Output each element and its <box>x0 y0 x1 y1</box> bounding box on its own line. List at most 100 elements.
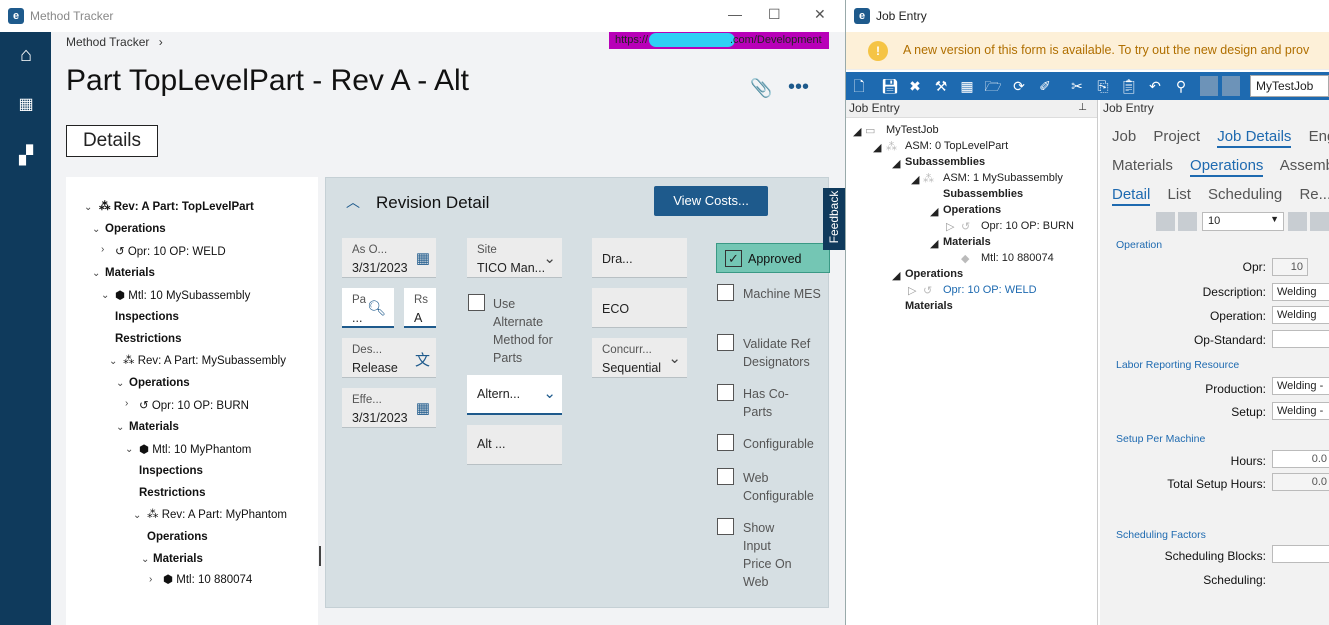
delete-icon[interactable]: ✖ <box>906 77 924 95</box>
tree-node[interactable]: Materials <box>129 421 179 433</box>
collapse-chevron-icon[interactable]: ⌄ <box>133 510 141 521</box>
tree-node[interactable]: ASM: 0 TopLevelPart <box>905 140 1008 152</box>
maximize-icon[interactable]: ☐ <box>768 6 781 23</box>
collapse-chevron-icon[interactable]: ⌄ <box>125 444 133 455</box>
engineering-icon[interactable]: ⚒ <box>932 77 950 95</box>
feedback-tab[interactable]: Feedback <box>823 188 845 250</box>
collapse-arrow-icon[interactable]: ◢ <box>873 141 881 154</box>
as-of-date-field[interactable]: As O... 3/31/2023 ▦ <box>342 238 436 278</box>
view-costs-button[interactable]: View Costs... <box>654 186 768 216</box>
tab-project[interactable]: Project <box>1153 128 1200 145</box>
more-options-icon[interactable]: ••• <box>788 76 809 99</box>
save-icon[interactable]: 💾︎ <box>881 77 899 95</box>
effective-date-field[interactable]: Effe... 3/31/2023 ▦ <box>342 388 436 428</box>
site-dropdown[interactable]: Site TICO Man... ⌄ <box>467 238 562 278</box>
tree-node[interactable]: ⁂ Rev: A Part: MyPhantom <box>147 507 287 521</box>
tab-job[interactable]: Job <box>1112 128 1136 145</box>
expand-arrow-icon[interactable]: ▷ <box>946 220 954 233</box>
clear-icon[interactable]: ✐ <box>1036 77 1054 95</box>
hours-field[interactable]: 0.0 <box>1272 450 1329 468</box>
has-co-parts-checkbox[interactable] <box>717 384 734 401</box>
tree-node-selected[interactable]: Opr: 10 OP: WELD <box>943 284 1037 296</box>
record-selector[interactable]: 10 ▼ <box>1202 212 1284 231</box>
tree-node[interactable]: ⬢ Mtl: 10 MyPhantom <box>139 442 251 456</box>
alternate-method-dropdown[interactable]: Altern... ⌄ <box>467 375 562 415</box>
collapse-panel-icon[interactable]: ︿ <box>346 192 360 212</box>
first-record-icon[interactable] <box>1156 212 1175 231</box>
operation-field[interactable]: Welding <box>1272 306 1329 324</box>
tree-node[interactable]: Operations <box>905 268 963 280</box>
revision-field[interactable]: Rs A <box>404 288 436 328</box>
production-field[interactable]: Welding - <box>1272 377 1329 395</box>
tree-node[interactable]: Inspections <box>115 311 179 323</box>
collapse-chevron-icon[interactable]: ⌄ <box>116 422 124 433</box>
dropdown-arrow-icon[interactable]: ▼ <box>1270 214 1279 224</box>
opr-field[interactable]: 10 <box>1272 258 1308 276</box>
collapse-arrow-icon[interactable]: ◢ <box>930 237 938 250</box>
minimize-icon[interactable]: — <box>728 6 742 22</box>
tree-node[interactable]: Subassemblies <box>905 156 985 168</box>
paste-icon[interactable]: 📋︎ <box>1120 77 1138 95</box>
drawing-field[interactable]: Dra... <box>592 238 687 278</box>
use-alternate-checkbox[interactable] <box>468 294 485 311</box>
collapse-arrow-icon[interactable]: ◢ <box>930 205 938 218</box>
collapse-arrow-icon[interactable]: ◢ <box>892 157 900 170</box>
chevron-down-icon[interactable]: ⌄ <box>543 384 556 402</box>
tree-node[interactable]: Subassemblies <box>943 188 1023 200</box>
job-number-input[interactable]: MyTestJob <box>1250 75 1329 97</box>
tree-node[interactable]: Mtl: 10 880074 <box>981 252 1054 264</box>
pane-splitter[interactable] <box>319 546 321 566</box>
validate-ref-checkbox[interactable] <box>717 334 734 351</box>
new-icon[interactable]: 🗋 <box>850 77 868 95</box>
tree-node[interactable]: Materials <box>105 267 155 279</box>
tree-node[interactable]: Operations <box>129 377 190 389</box>
show-input-price-checkbox[interactable] <box>717 518 734 535</box>
collapse-arrow-icon[interactable]: ◢ <box>853 125 861 138</box>
op-standard-field[interactable] <box>1272 330 1329 348</box>
collapse-chevron-icon[interactable]: ⌄ <box>116 378 124 389</box>
setup-field[interactable]: Welding - <box>1272 402 1329 420</box>
tab-resources[interactable]: Re... <box>1299 186 1329 203</box>
tab-scheduling[interactable]: Scheduling <box>1208 186 1282 203</box>
apps-grid-icon[interactable]: ▦ <box>13 92 39 118</box>
tab-list[interactable]: List <box>1168 186 1191 203</box>
pin-icon[interactable]: ⊥ <box>1078 102 1087 113</box>
part-field[interactable]: Pa ... 🔍︎ <box>342 288 394 328</box>
copy-icon[interactable]: ⎘ <box>1094 77 1112 95</box>
tree-node[interactable]: Operations <box>147 531 208 543</box>
tree-node[interactable]: ⁂ Rev: A Part: MySubassembly <box>123 353 286 367</box>
search-icon[interactable]: 🔍︎ <box>367 299 386 317</box>
description-field[interactable]: Des... Release 文 <box>342 338 436 378</box>
translate-icon[interactable]: 文 <box>415 349 430 370</box>
concurrency-dropdown[interactable]: Concurr... Sequential ⌄ <box>592 338 687 378</box>
last-record-icon[interactable] <box>1310 212 1329 231</box>
attachment-icon[interactable]: 📎 <box>750 78 772 99</box>
tree-node[interactable]: Materials <box>943 236 991 248</box>
collapse-chevron-icon[interactable]: ⌄ <box>92 268 100 279</box>
tab-operations[interactable]: Operations <box>1190 157 1264 177</box>
grid-icon[interactable]: ▦ <box>958 77 976 95</box>
open-folder-icon[interactable]: 🗁 <box>984 77 1002 95</box>
configurable-checkbox[interactable] <box>717 434 734 451</box>
chevron-down-icon[interactable]: ⌄ <box>543 249 556 267</box>
collapse-chevron-icon[interactable]: ⌄ <box>141 554 149 565</box>
next-record-icon[interactable] <box>1288 212 1307 231</box>
machine-mes-checkbox[interactable] <box>717 284 734 301</box>
web-configurable-checkbox[interactable] <box>717 468 734 485</box>
collapse-arrow-icon[interactable]: ◢ <box>892 269 900 282</box>
collapse-chevron-icon[interactable]: ⌄ <box>101 290 109 301</box>
tree-node[interactable]: Restrictions <box>139 487 205 499</box>
tree-node[interactable]: ↺ Opr: 10 OP: WELD <box>115 244 226 258</box>
scheduling-blocks-field[interactable] <box>1272 545 1329 563</box>
expand-chevron-icon[interactable]: › <box>101 244 104 255</box>
collapse-chevron-icon[interactable]: ⌄ <box>92 224 100 235</box>
tree-node[interactable]: ⬢ Mtl: 10 MySubassembly <box>115 288 250 302</box>
breadcrumb[interactable]: Method Tracker › <box>66 35 163 49</box>
dashboard-icon[interactable]: ▞ <box>13 142 39 168</box>
tree-node[interactable]: Materials <box>153 553 203 565</box>
close-icon[interactable]: ✕ <box>814 6 826 23</box>
tree-node[interactable]: Operations <box>943 204 1001 216</box>
expand-chevron-icon[interactable]: › <box>125 398 128 409</box>
eco-field[interactable]: ECO <box>592 288 687 328</box>
undo-icon[interactable]: ↶ <box>1146 77 1164 95</box>
